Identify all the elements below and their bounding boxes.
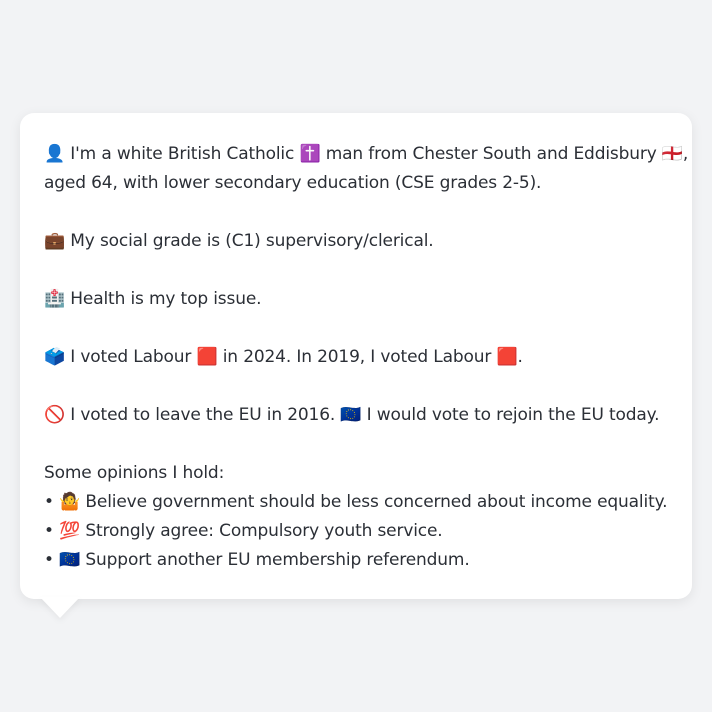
social-grade-line: 💼 My social grade is (C1) supervisory/cl… [44, 231, 434, 251]
message-bubble: 👤 I'm a white British Catholic ✝️ man fr… [20, 113, 692, 599]
vote-history-line: 🗳️ I voted Labour 🟥 in 2024. In 2019, I … [44, 347, 523, 367]
opinion-item: • 💯 Strongly agree: Compulsory youth ser… [44, 521, 443, 541]
opinion-item: • 🇪🇺 Support another EU membership refer… [44, 550, 470, 570]
identity-line-2: aged 64, with lower secondary education … [44, 173, 542, 193]
opinions-heading: Some opinions I hold: [44, 463, 225, 483]
bubble-tail [40, 597, 80, 618]
eu-stance-line: 🚫 I voted to leave the EU in 2016. 🇪🇺 I … [44, 405, 660, 425]
identity-line-1: 👤 I'm a white British Catholic ✝️ man fr… [44, 144, 689, 164]
top-issue-line: 🏥 Health is my top issue. [44, 289, 262, 309]
opinion-item: • 🤷 Believe government should be less co… [44, 492, 668, 512]
